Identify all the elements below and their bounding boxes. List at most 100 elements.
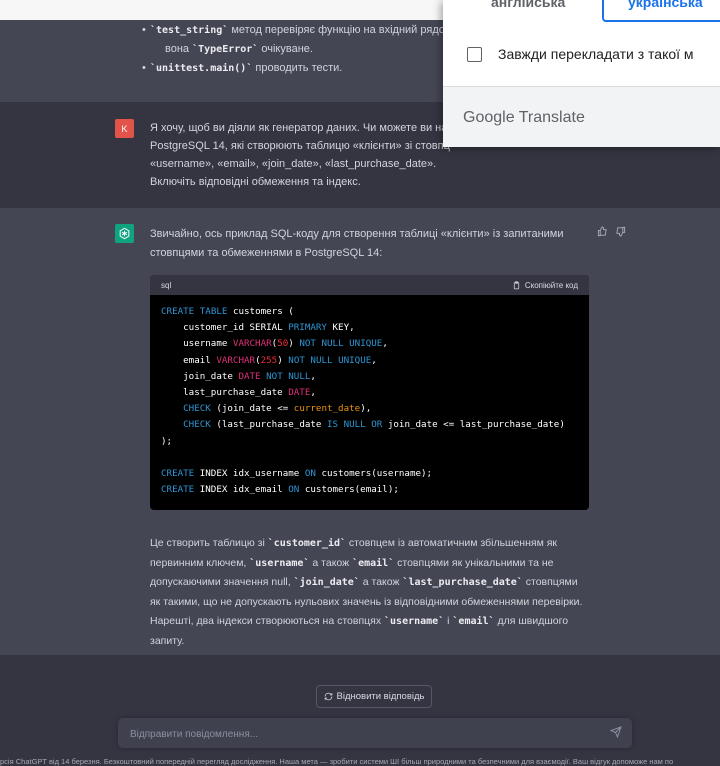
outro-text: а також [309, 556, 353, 569]
code-token: ) [288, 338, 300, 350]
regenerate-button[interactable]: Відновити відповідь [316, 685, 432, 708]
chatgpt-logo-icon [115, 224, 134, 243]
feedback-buttons [597, 226, 626, 237]
code-token: last_purchase_date [161, 387, 289, 399]
code-line: CHECK (join_date <= current_date), [161, 401, 578, 417]
code-token: INDEX idx_username [194, 468, 305, 480]
code-line: email VARCHAR(255) NOT NULL UNIQUE, [161, 353, 578, 369]
code-token: customers ( [227, 306, 294, 317]
google-translate-logo: Google Translate [463, 109, 585, 126]
list-item: • `unittest.main()` проводить тести. [142, 62, 343, 74]
clipboard-icon [513, 280, 519, 289]
regenerate-label: Відновити відповідь [336, 691, 425, 702]
code-token: , [371, 354, 377, 366]
inline-code: `email` [352, 557, 395, 569]
list-item: • `test_string` метод перевіряє функцію н… [142, 24, 445, 36]
translate-footer: Google Translate [443, 87, 720, 147]
always-translate-label: Завжди перекладати з такої м [498, 46, 694, 62]
code-token: VARCHAR [232, 338, 272, 350]
inline-code: `username` [384, 616, 445, 628]
code-token: IS NULL OR [326, 419, 383, 431]
assistant-outro: Це створить таблицю зі `customer_id` сто… [150, 534, 590, 652]
tab-target-label: українська [628, 0, 703, 10]
code-token: DATE [288, 387, 311, 399]
code-header: sql Скопіюйте код [150, 275, 589, 295]
send-icon[interactable] [610, 726, 622, 738]
code-token: ), [360, 403, 372, 415]
code-line: CREATE TABLE customers ( [161, 304, 578, 320]
code-token: current_date [293, 403, 361, 415]
inline-code: `join_date` [293, 577, 360, 589]
code-token: KEY, [326, 322, 355, 334]
assistant-message: Звичайно, ось приклад SQL-коду для створ… [0, 208, 720, 655]
code-token: CREATE [161, 484, 195, 496]
code-token: join_date <= last_purchase_date) [382, 419, 565, 431]
thumbs-down-icon[interactable] [615, 226, 626, 237]
code-block: sql Скопіюйте код CREATE TABLE customers… [150, 275, 589, 510]
refresh-icon [324, 692, 332, 701]
message-input[interactable] [128, 725, 592, 743]
code-line: CHECK (last_purchase_date IS NULL OR joi… [161, 417, 578, 433]
user-avatar: K [115, 119, 134, 138]
code-token: customers(username); [315, 468, 433, 480]
always-translate-option[interactable]: Завжди перекладати з такої м [467, 46, 694, 62]
code-token: , [310, 370, 316, 382]
code-token: 50 [277, 338, 289, 350]
code-token: NOT NULL UNIQUE [288, 354, 372, 366]
inline-code: `email` [452, 616, 495, 628]
avatar-letter: K [121, 123, 128, 134]
code-token: , [382, 338, 388, 350]
code-token: customer_id SERIAL [161, 322, 289, 334]
copy-code-button[interactable]: Скопіюйте код [512, 281, 578, 290]
code-token: CHECK [183, 403, 211, 415]
user-message-text: Я хочу, щоб ви діяли як генератор даних.… [150, 122, 450, 188]
outro-text: а також [359, 576, 403, 589]
code-token: VARCHAR [216, 354, 256, 366]
inline-code: `username` [249, 557, 310, 569]
inline-code: `last_purchase_date` [402, 577, 523, 589]
always-translate-checkbox[interactable] [467, 46, 482, 62]
inline-code: `TypeError` [192, 44, 259, 55]
footer-disclaimer: рсія ChatGPT від 14 березня. Безкоштовни… [0, 757, 674, 766]
list-item-text: проводить тести. [252, 62, 343, 74]
google-translate-popup: англійська українська Завжди перекладати… [443, 0, 720, 147]
language-tabs: англійська українська [443, 0, 720, 22]
code-token: customers(email); [299, 484, 399, 496]
code-token: join_date [161, 370, 239, 382]
assistant-intro: Звичайно, ось приклад SQL-коду для створ… [150, 228, 564, 259]
tab-target-language[interactable]: українська [602, 0, 720, 22]
list-item-text: очікуване. [258, 43, 313, 55]
inline-code: `customer_id` [267, 538, 347, 549]
code-line: CREATE INDEX idx_username ON customers(u… [161, 466, 578, 482]
code-token: NOT NULL [266, 370, 311, 382]
code-token: PRIMARY [288, 322, 327, 334]
code-token: , [310, 387, 316, 399]
copy-code-label: Скопіюйте код [524, 280, 578, 290]
code-line: customer_id SERIAL PRIMARY KEY, [161, 320, 578, 336]
code-token: ) [277, 354, 289, 366]
tab-source-language[interactable]: англійська [491, 0, 565, 10]
code-token: (join_date <= [210, 403, 294, 415]
code-language: sql [161, 280, 172, 290]
code-content: CREATE TABLE customers ( customer_id SER… [150, 295, 589, 507]
thumbs-up-icon[interactable] [597, 226, 608, 237]
code-line: username VARCHAR(50) NOT NULL UNIQUE, [161, 336, 578, 352]
code-token: CHECK [183, 419, 211, 431]
list-item-text: метод перевіряє функцію на вхідний рядо [228, 24, 445, 36]
code-token: INDEX idx_email [194, 484, 289, 496]
outro-text: Це створить таблицю зі [150, 537, 268, 549]
code-line: join_date DATE NOT NULL, [161, 369, 578, 385]
code-line: CREATE INDEX idx_email ON customers(emai… [161, 482, 578, 498]
code-token: username [161, 338, 233, 350]
code-token: email [161, 354, 217, 366]
code-token: ON [304, 468, 316, 480]
code-token: ); [161, 435, 173, 447]
code-token: 255 [260, 354, 278, 366]
list-item: вона `TypeError` очікуване. [165, 43, 313, 55]
code-line: last_purchase_date DATE, [161, 385, 578, 401]
code-token: (last_purchase_date [210, 419, 327, 431]
list-item-text: вона [165, 43, 193, 55]
code-token: CREATE [161, 468, 195, 480]
